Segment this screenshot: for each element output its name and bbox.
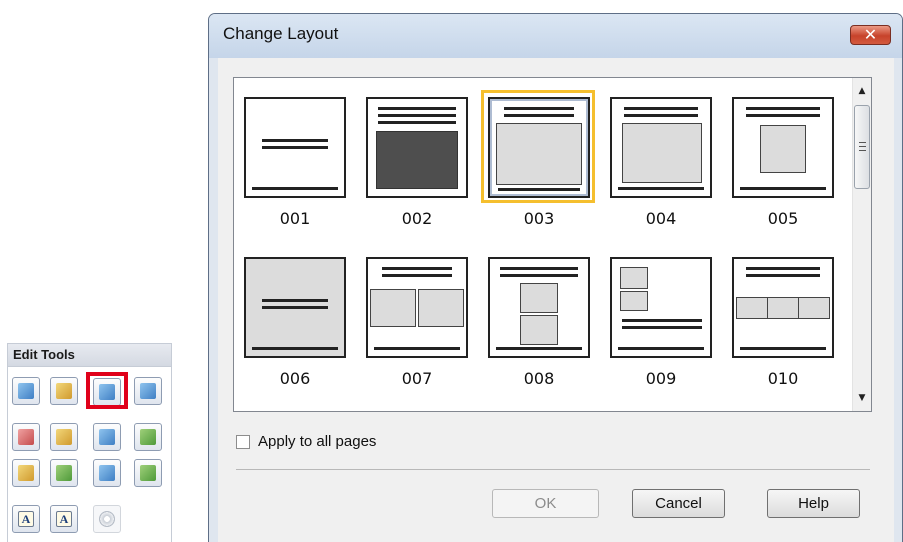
layout-label: 006 — [279, 369, 311, 388]
layout-label: 003 — [523, 209, 555, 228]
checkbox-box[interactable] — [236, 435, 250, 449]
disc-icon — [99, 511, 115, 527]
ok-button[interactable]: OK — [492, 489, 599, 518]
layout-item-005[interactable]: 005 — [727, 92, 839, 246]
text-vertical-button[interactable]: A — [50, 505, 78, 533]
layout-label: 009 — [645, 369, 677, 388]
image-icon — [18, 429, 34, 445]
page-icon — [56, 383, 72, 399]
layout-item-004[interactable]: 004 — [605, 92, 717, 246]
background-button[interactable] — [134, 377, 162, 405]
grip-icon — [859, 142, 866, 151]
image-button[interactable] — [12, 423, 40, 451]
layout-thumbnail — [488, 257, 590, 358]
layout-item-009[interactable]: 009 — [605, 252, 717, 406]
text-vertical-icon: A — [56, 511, 72, 527]
layout-item-006[interactable]: 006 — [239, 252, 351, 406]
photo-icon — [140, 429, 156, 445]
edit-tools-header: Edit Tools — [8, 344, 171, 367]
text-button[interactable]: A — [12, 505, 40, 533]
layout-item-003[interactable]: 003 — [481, 90, 595, 246]
layout-item-010[interactable]: 010 — [727, 252, 839, 406]
layout-thumbnail — [366, 97, 468, 198]
rotate-button[interactable] — [12, 377, 40, 405]
dialog-title: Change Layout — [223, 24, 339, 43]
layout-item-001[interactable]: 001 — [239, 92, 351, 246]
layout-thumbnail — [732, 257, 834, 358]
layout-thumbnail — [244, 257, 346, 358]
layout-thumbnail — [610, 97, 712, 198]
background-icon — [140, 383, 156, 399]
help-button[interactable]: Help — [767, 489, 860, 518]
scroll-thumb[interactable] — [854, 105, 870, 189]
shape-button[interactable] — [93, 459, 121, 487]
rotate-icon — [18, 383, 34, 399]
close-icon: ✕ — [863, 25, 878, 44]
dialog-body: 001 002 003 004 005 006 007 008 009 010 … — [218, 58, 894, 542]
page-button[interactable] — [50, 377, 78, 405]
close-button[interactable]: ✕ — [850, 25, 891, 45]
layout-label: 001 — [279, 209, 311, 228]
layout-thumbnail — [244, 97, 346, 198]
layout-label: 010 — [767, 369, 799, 388]
disc-button[interactable] — [93, 505, 121, 533]
photo-button[interactable] — [134, 423, 162, 451]
cancel-button[interactable]: Cancel — [632, 489, 725, 518]
layout-item-002[interactable]: 002 — [361, 92, 473, 246]
layout-label: 002 — [401, 209, 433, 228]
frame-button[interactable] — [50, 423, 78, 451]
change-layout-dialog: Change Layout ✕ 001 002 003 004 005 006 … — [208, 13, 903, 542]
separator — [236, 469, 870, 470]
text-icon: A — [18, 511, 34, 527]
highlight-box — [86, 372, 128, 409]
date-button[interactable] — [50, 459, 78, 487]
calendar-icon — [18, 465, 34, 481]
layers-button[interactable] — [93, 423, 121, 451]
calendar-button[interactable] — [12, 459, 40, 487]
layout-thumbnail — [732, 97, 834, 198]
layers-icon — [99, 429, 115, 445]
date-icon — [56, 465, 72, 481]
layout-label: 004 — [645, 209, 677, 228]
color-icon — [140, 465, 156, 481]
title-bar: Change Layout ✕ — [209, 14, 902, 58]
layout-item-007[interactable]: 007 — [361, 252, 473, 406]
apply-all-pages-label: Apply to all pages — [258, 433, 377, 450]
color-button[interactable] — [134, 459, 162, 487]
layout-item-008[interactable]: 008 — [483, 252, 595, 406]
frame-icon — [56, 429, 72, 445]
scroll-up-icon[interactable]: ▲ — [853, 82, 871, 100]
vertical-scrollbar[interactable]: ▲ ▼ — [852, 78, 871, 411]
layout-list: 001 002 003 004 005 006 007 008 009 010 … — [233, 77, 872, 412]
layout-thumbnail — [366, 257, 468, 358]
layout-label: 007 — [401, 369, 433, 388]
scroll-down-icon[interactable]: ▼ — [853, 389, 871, 407]
layout-thumbnail — [610, 257, 712, 358]
shape-icon — [99, 465, 115, 481]
layout-label: 005 — [767, 209, 799, 228]
layout-label: 008 — [523, 369, 555, 388]
layout-thumbnail — [488, 97, 590, 198]
